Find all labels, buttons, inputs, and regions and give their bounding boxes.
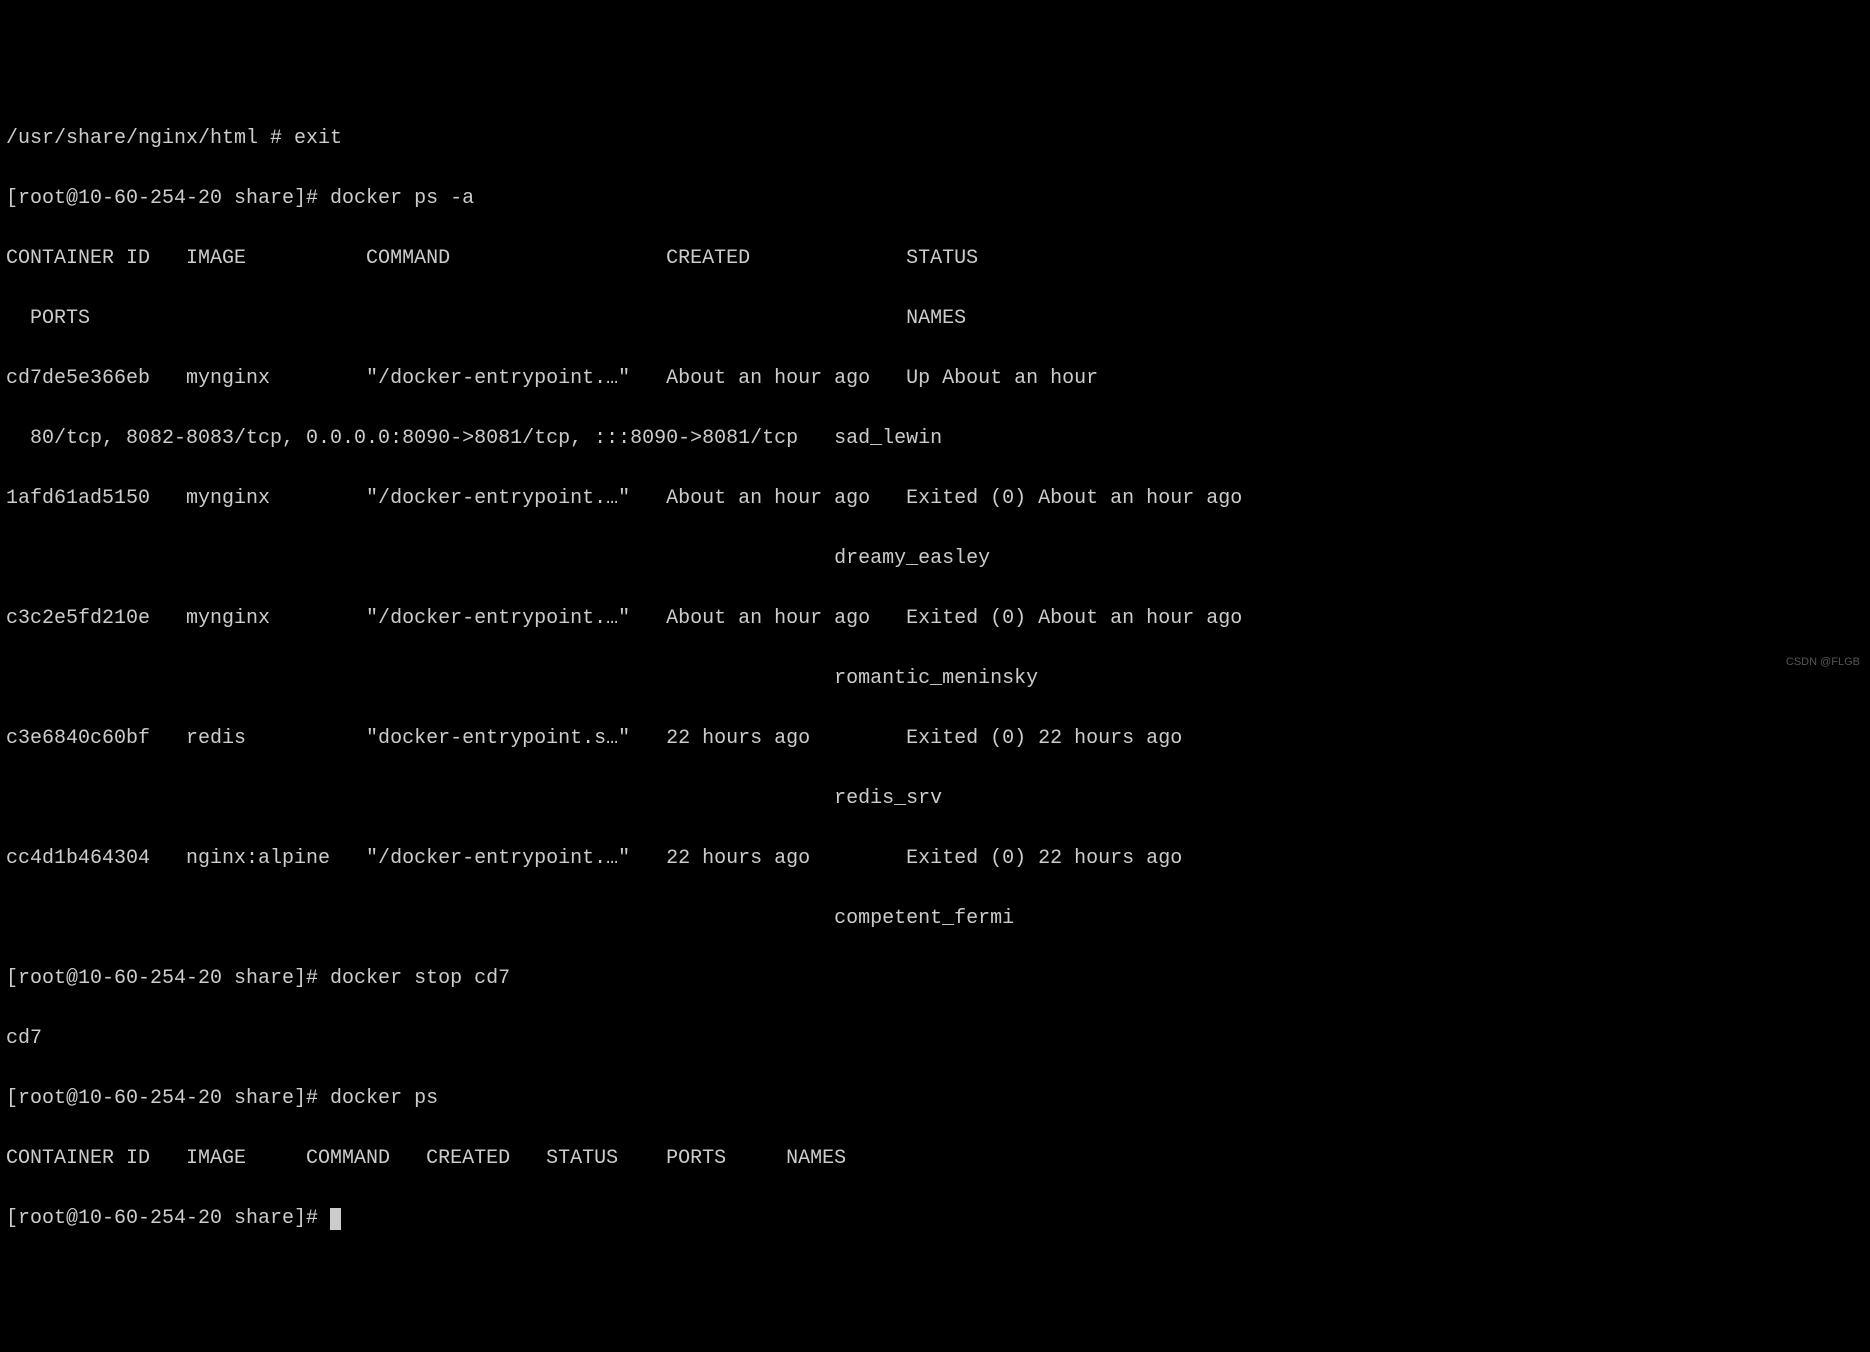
terminal-output: cd7 <box>6 1024 1870 1054</box>
container-row-cont: competent_fermi <box>6 904 1870 934</box>
container-row: 1afd61ad5150 mynginx "/docker-entrypoint… <box>6 484 1870 514</box>
terminal-line-exit: /usr/share/nginx/html # exit <box>6 124 1870 154</box>
terminal-line-cmd-ps-a: [root@10-60-254-20 share]# docker ps -a <box>6 184 1870 214</box>
container-row-cont: dreamy_easley <box>6 544 1870 574</box>
container-row-cont: 80/tcp, 8082-8083/tcp, 0.0.0.0:8090->808… <box>6 424 1870 454</box>
watermark-text: CSDN @FLGB <box>1786 654 1860 671</box>
container-row: cd7de5e366eb mynginx "/docker-entrypoint… <box>6 364 1870 394</box>
container-row: c3e6840c60bf redis "docker-entrypoint.s…… <box>6 724 1870 754</box>
container-row-cont: redis_srv <box>6 784 1870 814</box>
terminal-header-empty: CONTAINER ID IMAGE COMMAND CREATED STATU… <box>6 1144 1870 1174</box>
cursor-icon <box>330 1208 341 1230</box>
terminal-line-cmd-stop: [root@10-60-254-20 share]# docker stop c… <box>6 964 1870 994</box>
container-row: c3c2e5fd210e mynginx "/docker-entrypoint… <box>6 604 1870 634</box>
terminal-header-line2: PORTS NAMES <box>6 304 1870 334</box>
container-row: cc4d1b464304 nginx:alpine "/docker-entry… <box>6 844 1870 874</box>
prompt-text: [root@10-60-254-20 share]# <box>6 1207 330 1230</box>
terminal-line-cmd-ps: [root@10-60-254-20 share]# docker ps <box>6 1084 1870 1114</box>
terminal-prompt-active[interactable]: [root@10-60-254-20 share]# <box>6 1204 1870 1234</box>
terminal-header-line1: CONTAINER ID IMAGE COMMAND CREATED STATU… <box>6 244 1870 274</box>
container-row-cont: romantic_meninsky <box>6 664 1870 694</box>
